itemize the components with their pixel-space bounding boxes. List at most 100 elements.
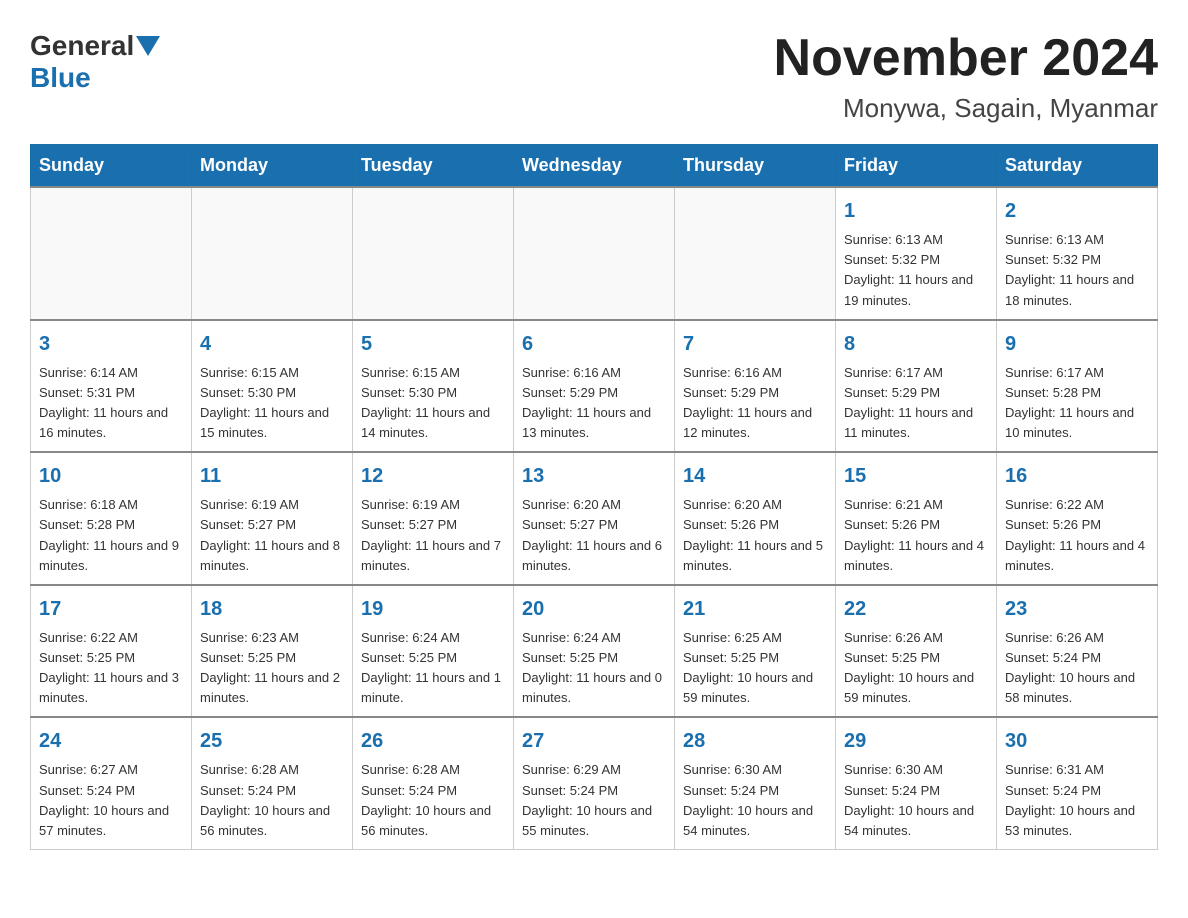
calendar-cell: 30 Sunrise: 6:31 AM Sunset: 5:24 PM Dayli… [997, 717, 1158, 849]
calendar-cell [192, 187, 353, 320]
calendar-cell: 3 Sunrise: 6:14 AM Sunset: 5:31 PM Daylig… [31, 320, 192, 453]
calendar-cell [514, 187, 675, 320]
calendar-cell: 26 Sunrise: 6:28 AM Sunset: 5:24 PM Dayli… [353, 717, 514, 849]
day-info: Sunrise: 6:16 AM Sunset: 5:29 PM Dayligh… [683, 363, 827, 444]
calendar-cell: 16 Sunrise: 6:22 AM Sunset: 5:26 PM Dayli… [997, 452, 1158, 585]
day-info: Sunrise: 6:13 AM Sunset: 5:32 PM Dayligh… [1005, 230, 1149, 311]
day-number: 14 [683, 461, 827, 491]
day-info: Sunrise: 6:31 AM Sunset: 5:24 PM Dayligh… [1005, 760, 1149, 841]
week-row-5: 24 Sunrise: 6:27 AM Sunset: 5:24 PM Dayli… [31, 717, 1158, 849]
calendar-cell: 25Sunrise: 6:28 AM Sunset: 5:24 PM Dayli… [192, 717, 353, 849]
day-info: Sunrise: 6:30 AM Sunset: 5:24 PM Dayligh… [844, 760, 988, 841]
day-number: 13 [522, 461, 666, 491]
day-info: Sunrise: 6:14 AM Sunset: 5:31 PM Dayligh… [39, 363, 183, 444]
location-title: Monywa, Sagain, Myanmar [774, 93, 1158, 124]
calendar-cell: 5 Sunrise: 6:15 AM Sunset: 5:30 PM Daylig… [353, 320, 514, 453]
weekday-header-wednesday: Wednesday [514, 145, 675, 188]
calendar-cell: 18 Sunrise: 6:23 AM Sunset: 5:25 PM Dayli… [192, 585, 353, 718]
week-row-2: 3 Sunrise: 6:14 AM Sunset: 5:31 PM Daylig… [31, 320, 1158, 453]
day-info: Sunrise: 6:26 AM Sunset: 5:25 PM Dayligh… [844, 628, 988, 709]
day-number: 17 [39, 594, 183, 624]
day-info: Sunrise: 6:20 AM Sunset: 5:26 PM Dayligh… [683, 495, 827, 576]
day-number: 29 [844, 726, 988, 756]
day-number: 9 [1005, 329, 1149, 359]
day-number: 11 [200, 461, 344, 491]
day-info: Sunrise: 6:28 AM Sunset: 5:24 PM Dayligh… [200, 760, 344, 841]
calendar-cell: 24 Sunrise: 6:27 AM Sunset: 5:24 PM Dayli… [31, 717, 192, 849]
calendar-cell: 28 Sunrise: 6:30 AM Sunset: 5:24 PM Dayli… [675, 717, 836, 849]
calendar-cell: 21 Sunrise: 6:25 AM Sunset: 5:25 PM Dayli… [675, 585, 836, 718]
day-number: 24 [39, 726, 183, 756]
calendar-cell [675, 187, 836, 320]
month-title: November 2024 [774, 30, 1158, 87]
calendar-cell: 29 Sunrise: 6:30 AM Sunset: 5:24 PM Dayli… [836, 717, 997, 849]
calendar-cell: 17 Sunrise: 6:22 AM Sunset: 5:25 PM Dayli… [31, 585, 192, 718]
day-number: 15 [844, 461, 988, 491]
calendar-cell: 6 Sunrise: 6:16 AM Sunset: 5:29 PM Daylig… [514, 320, 675, 453]
day-info: Sunrise: 6:13 AM Sunset: 5:32 PM Dayligh… [844, 230, 988, 311]
day-number: 23 [1005, 594, 1149, 624]
logo-triangle-icon [136, 36, 160, 56]
calendar-cell: 12Sunrise: 6:19 AM Sunset: 5:27 PM Dayli… [353, 452, 514, 585]
weekday-header-saturday: Saturday [997, 145, 1158, 188]
day-info: Sunrise: 6:15 AM Sunset: 5:30 PM Dayligh… [200, 363, 344, 444]
day-info: Sunrise: 6:29 AM Sunset: 5:24 PM Dayligh… [522, 760, 666, 841]
week-row-1: 1 Sunrise: 6:13 AM Sunset: 5:32 PM Daylig… [31, 187, 1158, 320]
calendar-cell: 13 Sunrise: 6:20 AM Sunset: 5:27 PM Dayli… [514, 452, 675, 585]
week-row-3: 10Sunrise: 6:18 AM Sunset: 5:28 PM Dayli… [31, 452, 1158, 585]
calendar-header-row: SundayMondayTuesdayWednesdayThursdayFrid… [31, 145, 1158, 188]
day-info: Sunrise: 6:16 AM Sunset: 5:29 PM Dayligh… [522, 363, 666, 444]
day-info: Sunrise: 6:22 AM Sunset: 5:25 PM Dayligh… [39, 628, 183, 709]
day-info: Sunrise: 6:17 AM Sunset: 5:29 PM Dayligh… [844, 363, 988, 444]
day-number: 30 [1005, 726, 1149, 756]
day-number: 8 [844, 329, 988, 359]
logo: General Blue [30, 30, 162, 94]
day-number: 26 [361, 726, 505, 756]
calendar-cell: 23Sunrise: 6:26 AM Sunset: 5:24 PM Dayli… [997, 585, 1158, 718]
logo-general-text: General [30, 30, 134, 62]
header: General Blue November 2024 Monywa, Sagai… [30, 30, 1158, 124]
calendar-cell: 4 Sunrise: 6:15 AM Sunset: 5:30 PM Daylig… [192, 320, 353, 453]
day-number: 18 [200, 594, 344, 624]
day-info: Sunrise: 6:17 AM Sunset: 5:28 PM Dayligh… [1005, 363, 1149, 444]
calendar: SundayMondayTuesdayWednesdayThursdayFrid… [30, 144, 1158, 850]
day-info: Sunrise: 6:21 AM Sunset: 5:26 PM Dayligh… [844, 495, 988, 576]
day-info: Sunrise: 6:30 AM Sunset: 5:24 PM Dayligh… [683, 760, 827, 841]
weekday-header-monday: Monday [192, 145, 353, 188]
day-info: Sunrise: 6:22 AM Sunset: 5:26 PM Dayligh… [1005, 495, 1149, 576]
calendar-cell: 8 Sunrise: 6:17 AM Sunset: 5:29 PM Daylig… [836, 320, 997, 453]
calendar-cell: 27 Sunrise: 6:29 AM Sunset: 5:24 PM Dayli… [514, 717, 675, 849]
calendar-cell: 11 Sunrise: 6:19 AM Sunset: 5:27 PM Dayli… [192, 452, 353, 585]
day-info: Sunrise: 6:25 AM Sunset: 5:25 PM Dayligh… [683, 628, 827, 709]
day-number: 4 [200, 329, 344, 359]
day-number: 20 [522, 594, 666, 624]
day-info: Sunrise: 6:24 AM Sunset: 5:25 PM Dayligh… [361, 628, 505, 709]
calendar-cell: 7 Sunrise: 6:16 AM Sunset: 5:29 PM Daylig… [675, 320, 836, 453]
calendar-cell: 22Sunrise: 6:26 AM Sunset: 5:25 PM Dayli… [836, 585, 997, 718]
day-info: Sunrise: 6:27 AM Sunset: 5:24 PM Dayligh… [39, 760, 183, 841]
day-number: 16 [1005, 461, 1149, 491]
day-number: 6 [522, 329, 666, 359]
day-number: 28 [683, 726, 827, 756]
day-number: 19 [361, 594, 505, 624]
day-info: Sunrise: 6:20 AM Sunset: 5:27 PM Dayligh… [522, 495, 666, 576]
logo-blue-text: Blue [30, 62, 91, 93]
day-number: 5 [361, 329, 505, 359]
day-info: Sunrise: 6:19 AM Sunset: 5:27 PM Dayligh… [200, 495, 344, 576]
day-number: 1 [844, 196, 988, 226]
day-info: Sunrise: 6:23 AM Sunset: 5:25 PM Dayligh… [200, 628, 344, 709]
day-number: 7 [683, 329, 827, 359]
calendar-cell: 14 Sunrise: 6:20 AM Sunset: 5:26 PM Dayli… [675, 452, 836, 585]
day-info: Sunrise: 6:15 AM Sunset: 5:30 PM Dayligh… [361, 363, 505, 444]
calendar-cell: 9 Sunrise: 6:17 AM Sunset: 5:28 PM Daylig… [997, 320, 1158, 453]
weekday-header-tuesday: Tuesday [353, 145, 514, 188]
week-row-4: 17 Sunrise: 6:22 AM Sunset: 5:25 PM Dayli… [31, 585, 1158, 718]
day-number: 27 [522, 726, 666, 756]
calendar-cell [353, 187, 514, 320]
day-number: 3 [39, 329, 183, 359]
day-number: 10 [39, 461, 183, 491]
weekday-header-thursday: Thursday [675, 145, 836, 188]
day-info: Sunrise: 6:28 AM Sunset: 5:24 PM Dayligh… [361, 760, 505, 841]
day-info: Sunrise: 6:19 AM Sunset: 5:27 PM Dayligh… [361, 495, 505, 576]
day-number: 21 [683, 594, 827, 624]
